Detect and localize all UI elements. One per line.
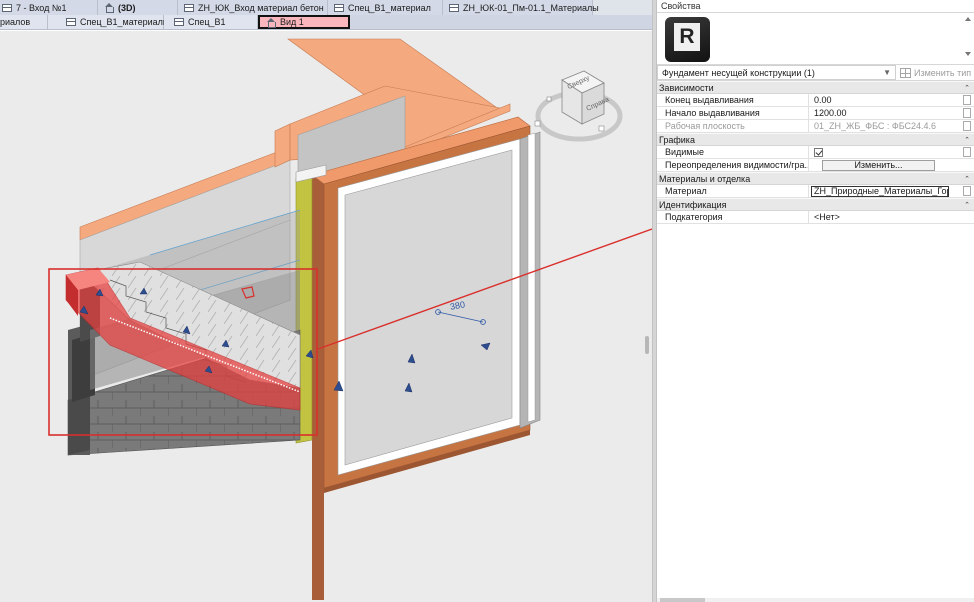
collapse-icon[interactable]: ⌃ [964,84,970,92]
prop-value [809,146,963,158]
prop-name: Начало выдавливания [657,107,809,119]
group-identity[interactable]: Идентификация ⌃ [657,198,974,211]
edit-type-label: Изменить тип [914,67,972,78]
prop-name: Видимые [657,146,809,158]
view-tabs-row-1: 7 - Вход №1 (3D) ZH_ЮК_Вход материал бет… [0,0,656,15]
group-constraints[interactable]: Зависимости ⌃ [657,81,974,94]
prop-row-visibility-overrides[interactable]: Переопределения видимости/гра... Изменит… [657,159,974,172]
row-scroll[interactable] [963,108,971,118]
viewcube[interactable]: Сверху Справа [534,70,623,142]
edit-type-icon [900,67,911,78]
schedule-icon [174,18,184,26]
type-preview: R [657,13,974,65]
prop-name: Материал [657,185,809,197]
prop-value[interactable]: <Нет> [809,211,974,223]
row-scroll[interactable] [963,121,971,131]
tab-label: ZH_ЮК-01_Пм-01.1_Материалы [463,2,599,13]
tab-vhod-1[interactable]: 7 - Вход №1 [0,0,98,15]
row-scroll[interactable] [963,186,971,196]
group-graphics[interactable]: Графика ⌃ [657,133,974,146]
preview-scroll[interactable] [964,16,972,62]
tab-3d[interactable]: (3D) [98,0,178,15]
type-name: Фундамент несущей конструкции (1) [662,67,815,78]
viewcube-home[interactable] [546,96,552,102]
row-scroll[interactable] [963,147,971,157]
prop-name: Подкатегория [657,211,809,223]
view-tab-icon [2,3,12,12]
collapse-icon[interactable]: ⌃ [964,136,970,144]
prop-value[interactable]: 1200.00 [809,107,963,119]
prop-row-extrusion-start[interactable]: Начало выдавливания 1200.00 [657,107,974,120]
view-tabs-row-2: риалов Спец_В1_материалы Спец_В1 Вид 1 [0,15,656,30]
group-materials[interactable]: Материалы и отделка ⌃ [657,172,974,185]
prop-row-work-plane: Рабочая плоскость 01_ZH_ЖБ_ФБС : ФБС24.4… [657,120,974,133]
prop-value: ZH_Природные_Материалы_Гор [809,185,963,197]
prop-row-visible[interactable]: Видимые [657,146,974,159]
prop-row-material[interactable]: Материал ZH_Природные_Материалы_Гор [657,185,974,198]
group-title: Материалы и отделка [659,173,751,184]
group-title: Графика [659,134,695,145]
scroll-down-icon[interactable] [965,52,971,56]
tab-label: (3D) [118,2,136,13]
tab-schedule-vhod-beton[interactable]: ZH_ЮК_Вход материал бетон [178,0,328,15]
type-selector-row: Фундамент несущей конструкции (1) ▼ Изме… [657,65,974,81]
prop-row-extrusion-end[interactable]: Конец выдавливания 0.00 [657,94,974,107]
row-scroll[interactable] [963,95,971,105]
edit-overrides-button[interactable]: Изменить... [822,159,935,171]
group-title: Зависимости [659,82,714,93]
tab-label: Вид 1 [280,17,304,27]
prop-name: Конец выдавливания [657,94,809,106]
type-selector[interactable]: Фундамент несущей конструкции (1) ▼ [657,65,896,80]
model-view[interactable]: 380 Сверху Справа [0,31,652,602]
tab-spec-v1-materialy[interactable]: Спец_В1_материалы [48,15,169,29]
prop-name: Переопределения видимости/гра... [657,159,809,171]
visible-checkbox[interactable] [814,147,823,157]
prop-value: Изменить... [809,159,974,171]
schedule-icon [449,3,459,12]
tab-label: Спец_В1 [188,17,226,27]
schedule-icon [66,18,76,26]
tab-vid-1[interactable]: Вид 1 [258,15,350,29]
group-title: Идентификация [659,199,727,210]
viewcube-corner[interactable] [534,120,541,127]
scroll-up-icon[interactable] [965,17,971,21]
material-field[interactable]: ZH_Природные_Материалы_Гор [811,185,949,197]
house-icon [266,17,276,28]
tab-label: 7 - Вход №1 [16,2,67,13]
prop-value[interactable]: 0.00 [809,94,963,106]
viewcube-corner[interactable] [598,125,605,132]
properties-title: Свойства [657,0,974,13]
prop-name: Рабочая плоскость [657,120,809,132]
revit-logo: R [665,17,710,62]
chevron-down-icon: ▼ [883,68,891,77]
viewport-scrollbar[interactable] [645,336,649,354]
tab-label: Спец_В1_материалы [80,17,170,27]
scroll-thumb[interactable] [660,598,705,602]
schedule-icon [184,3,194,12]
properties-panel: Свойства R Фундамент несущей конструкции… [657,0,974,602]
house-icon [104,3,114,13]
prop-row-subcategory[interactable]: Подкатегория <Нет> [657,211,974,224]
collapse-icon[interactable]: ⌃ [964,201,970,209]
prop-value: 01_ZH_ЖБ_ФБС : ФБС24.4.6 [814,121,937,131]
tab-spec-v1-material[interactable]: Спец_В1_материал [328,0,443,15]
front-wall[interactable] [310,116,541,600]
3d-viewport[interactable]: 380 Сверху Справа [0,31,652,602]
tab-label: ZH_ЮК_Вход материал бетон [198,2,324,13]
schedule-icon [334,3,344,12]
collapse-icon[interactable]: ⌃ [964,175,970,183]
edit-type-button[interactable]: Изменить тип [896,67,974,78]
tab-materials-truncated[interactable]: риалов [0,15,48,29]
tab-label: Спец_В1_материал [348,2,431,13]
tab-schedule-pm-materials[interactable]: ZH_ЮК-01_Пм-01.1_Материалы [443,0,599,15]
tab-label: риалов [0,17,31,27]
properties-horizontal-scrollbar[interactable] [657,598,974,602]
tab-spec-v1[interactable]: Спец_В1 [164,15,258,29]
